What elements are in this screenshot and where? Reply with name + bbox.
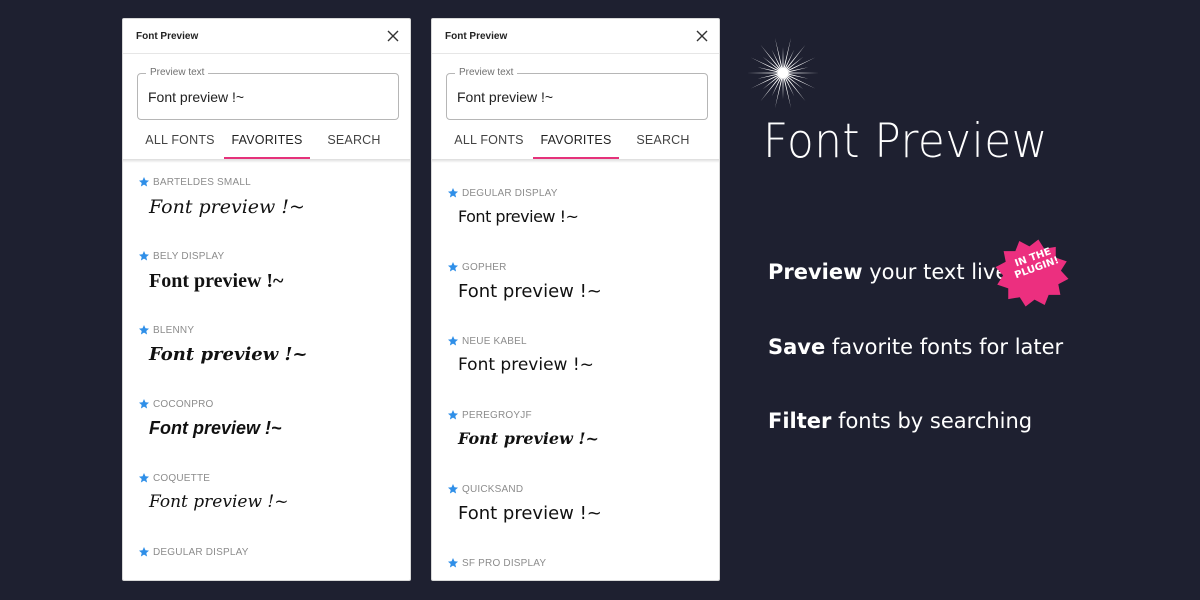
font-name: COQUETTE bbox=[153, 473, 211, 484]
feature-preview: Preview your text live bbox=[768, 260, 1008, 284]
star-icon[interactable] bbox=[447, 187, 459, 199]
star-icon[interactable] bbox=[138, 546, 150, 558]
close-icon[interactable] bbox=[694, 28, 710, 44]
font-name: BLENNY bbox=[153, 325, 195, 336]
brand-title: Font Preview bbox=[763, 114, 1048, 169]
feature-text: favorite fonts for later bbox=[825, 335, 1064, 359]
font-name: BELY DISPLAY bbox=[153, 251, 225, 262]
preview-text-label: Preview text bbox=[455, 67, 518, 78]
font-sample: Font preview !~ bbox=[149, 344, 308, 365]
font-name: DEGULAR DISPLAY bbox=[153, 547, 249, 558]
list-item[interactable]: GOPHER Font preview !~ bbox=[446, 261, 708, 302]
font-list[interactable]: BARTELDES SMALL Font preview !~ BELY DIS… bbox=[123, 163, 410, 580]
list-item[interactable]: SF PRO DISPLAY bbox=[446, 557, 708, 571]
font-sample: Font preview !~ bbox=[458, 355, 594, 375]
preview-text-input[interactable] bbox=[148, 87, 388, 107]
tab-all-fonts[interactable]: ALL FONTS bbox=[137, 125, 223, 159]
list-item[interactable]: COCONPRO Font preview !~ bbox=[137, 398, 399, 438]
feature-text: fonts by searching bbox=[831, 409, 1033, 433]
font-name: NEUE KABEL bbox=[462, 336, 527, 347]
font-name: COCONPRO bbox=[153, 399, 214, 410]
feature-bold: Save bbox=[768, 335, 826, 359]
list-item[interactable]: QUICKSAND Font preview !~ bbox=[446, 483, 708, 524]
star-icon[interactable] bbox=[447, 335, 459, 347]
feature-bold: Filter bbox=[768, 409, 832, 433]
font-name: PEREGROYJF bbox=[462, 410, 532, 421]
font-sample: Font preview !~ bbox=[458, 281, 602, 302]
preview-text-field: Preview text bbox=[137, 67, 399, 120]
list-item[interactable]: NEUE KABEL Font preview !~ bbox=[446, 335, 708, 375]
font-name: BARTELDES SMALL bbox=[153, 177, 251, 188]
feature-bold: Preview bbox=[768, 260, 863, 284]
plugin-panel-right: Font Preview Preview text ALL FONTS FAVO… bbox=[431, 18, 720, 581]
panel-title: Font Preview bbox=[136, 31, 199, 42]
star-icon[interactable] bbox=[447, 557, 459, 569]
star-icon[interactable] bbox=[138, 324, 150, 336]
tab-favorites[interactable]: FAVORITES bbox=[224, 125, 310, 159]
star-icon[interactable] bbox=[138, 472, 150, 484]
star-icon[interactable] bbox=[447, 409, 459, 421]
tab-all-fonts[interactable]: ALL FONTS bbox=[446, 125, 532, 159]
list-item[interactable]: PEREGROYJF Font preview !~ bbox=[446, 409, 708, 448]
preview-text-field: Preview text bbox=[446, 67, 708, 120]
sparkle-icon bbox=[747, 37, 819, 109]
star-icon[interactable] bbox=[138, 398, 150, 410]
list-item[interactable]: DEGULAR DISPLAY bbox=[137, 546, 399, 560]
star-icon[interactable] bbox=[138, 176, 150, 188]
font-name: SF PRO DISPLAY bbox=[462, 558, 547, 569]
font-sample: Font preview !~ bbox=[458, 503, 602, 524]
list-item[interactable]: COQUETTE Font preview !~ bbox=[137, 472, 399, 512]
list-item[interactable]: BELY DISPLAY Font preview !~ bbox=[137, 250, 399, 292]
star-icon[interactable] bbox=[447, 483, 459, 495]
font-name: QUICKSAND bbox=[462, 484, 524, 495]
feature-filter: Filter fonts by searching bbox=[768, 409, 1032, 433]
font-sample: Font preview !~ bbox=[149, 418, 282, 438]
feature-save: Save favorite fonts for later bbox=[768, 335, 1063, 359]
panel-titlebar: Font Preview bbox=[432, 19, 719, 54]
font-name: DEGULAR DISPLAY bbox=[462, 188, 558, 199]
font-sample: Font preview !~ bbox=[458, 207, 579, 226]
font-list[interactable]: DEGULAR DISPLAY Font preview !~ GOPHER F… bbox=[432, 163, 719, 580]
preview-text-label: Preview text bbox=[146, 67, 209, 78]
tab-favorites[interactable]: FAVORITES bbox=[533, 125, 619, 159]
list-item[interactable]: DEGULAR DISPLAY Font preview !~ bbox=[446, 187, 708, 226]
font-name: GOPHER bbox=[462, 262, 507, 273]
font-sample: Font preview !~ bbox=[149, 270, 284, 292]
preview-text-input[interactable] bbox=[457, 87, 697, 107]
font-sample: Font preview !~ bbox=[458, 429, 599, 448]
panel-titlebar: Font Preview bbox=[123, 19, 410, 54]
font-sample: Font preview !~ bbox=[149, 492, 289, 512]
close-icon[interactable] bbox=[385, 28, 401, 44]
tab-bar: ALL FONTS FAVORITES SEARCH bbox=[123, 125, 410, 161]
panel-title: Font Preview bbox=[445, 31, 508, 42]
plugin-panel-left: Font Preview Preview text ALL FONTS FAVO… bbox=[122, 18, 411, 581]
tab-search[interactable]: SEARCH bbox=[311, 125, 397, 159]
list-item[interactable]: BLENNY Font preview !~ bbox=[137, 324, 399, 365]
list-item[interactable]: BARTELDES SMALL Font preview !~ bbox=[137, 176, 399, 218]
font-sample: Font preview !~ bbox=[149, 196, 305, 218]
tab-bar: ALL FONTS FAVORITES SEARCH bbox=[432, 125, 719, 161]
star-icon[interactable] bbox=[138, 250, 150, 262]
feature-text: your text live bbox=[862, 260, 1009, 284]
star-icon[interactable] bbox=[447, 261, 459, 273]
tab-search[interactable]: SEARCH bbox=[620, 125, 706, 159]
